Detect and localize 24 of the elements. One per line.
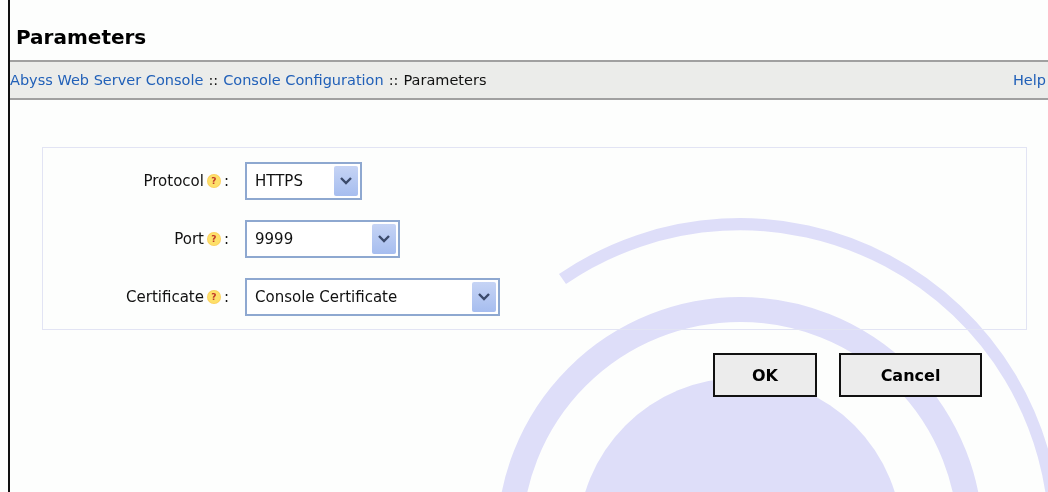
dropdown-select[interactable]: 9999 (245, 220, 400, 258)
chevron-down-icon (372, 224, 396, 254)
field-label: Port (174, 230, 204, 248)
ok-button[interactable]: OK (713, 353, 817, 397)
chevron-down-icon (334, 166, 358, 196)
label-colon: : (223, 172, 229, 190)
page-title: Parameters (15, 24, 148, 51)
breadcrumb-current: Parameters (403, 72, 487, 88)
field-label: Protocol (143, 172, 204, 190)
dropdown-select[interactable]: Console Certificate (245, 278, 500, 316)
field-label: Certificate (126, 288, 204, 306)
help-icon[interactable]: ? (206, 232, 221, 246)
breadcrumb-link[interactable]: Abyss Web Server Console (10, 72, 204, 88)
help-icon[interactable]: ? (206, 174, 221, 188)
breadcrumb-separator: :: (208, 72, 219, 88)
chevron-down-icon (472, 282, 496, 312)
help-link[interactable]: Help (1012, 72, 1046, 88)
label-colon: : (223, 230, 229, 248)
cancel-button[interactable]: Cancel (839, 353, 982, 397)
dropdown-select[interactable]: HTTPS (245, 162, 362, 200)
help-icon[interactable]: ? (206, 290, 221, 304)
breadcrumb-link[interactable]: Console Configuration (223, 72, 384, 88)
breadcrumb-separator: :: (388, 72, 399, 88)
label-colon: : (223, 288, 229, 306)
